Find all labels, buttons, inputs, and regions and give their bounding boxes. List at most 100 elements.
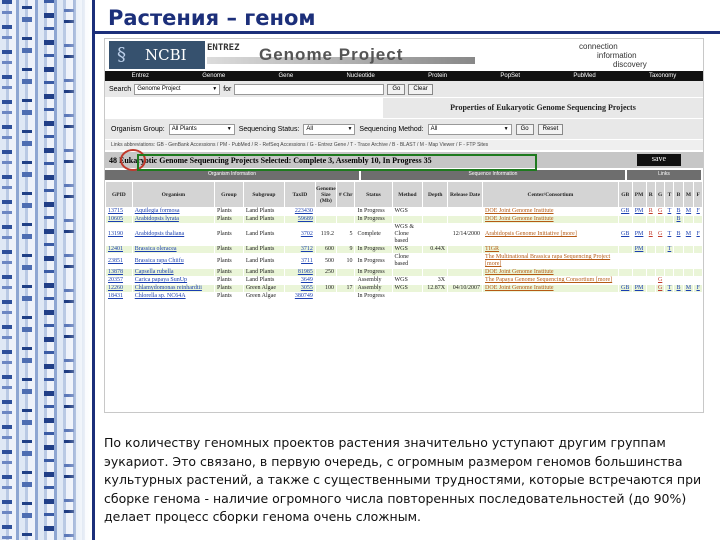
cell-link[interactable] <box>645 268 656 277</box>
cell-gpid[interactable]: 23851 <box>105 253 133 269</box>
cell-link[interactable] <box>654 245 666 254</box>
ncbi-logo[interactable]: § NCBI <box>109 41 205 69</box>
cell-center[interactable]: The Multinational Brassica rapa Sequenci… <box>482 253 619 269</box>
cell-link[interactable] <box>693 292 703 301</box>
cell-link[interactable]: M <box>682 207 695 216</box>
cell-link[interactable] <box>664 292 675 301</box>
sequencing-method-select[interactable]: All ▼ <box>427 123 512 135</box>
cell-organism[interactable]: Aquilegia formosa <box>131 207 216 216</box>
cell-link[interactable] <box>645 292 656 301</box>
column-header[interactable]: F <box>693 181 703 208</box>
cell-link[interactable]: G <box>654 284 666 293</box>
cell-gpid[interactable]: 20357 <box>105 276 133 285</box>
cell-link[interactable] <box>664 215 675 224</box>
cell-link[interactable] <box>617 215 633 224</box>
cell-center[interactable]: DOE Joint Genome Institute <box>482 284 619 293</box>
cell-link[interactable] <box>673 245 684 254</box>
column-header[interactable]: GPID <box>105 181 133 208</box>
cell-center[interactable]: DOE Joint Genome Institute <box>482 207 619 216</box>
cell-link[interactable]: R <box>645 223 656 246</box>
cell-link[interactable] <box>617 292 633 301</box>
cell-center[interactable]: The Papaya Genome Sequencing Consortium … <box>482 276 619 285</box>
cell-organism[interactable]: Arabidopsis thaliana <box>131 223 216 246</box>
column-header[interactable]: Center/Consortium <box>482 181 619 208</box>
clear-button[interactable]: Clear <box>408 83 433 95</box>
cell-center[interactable]: DOE Joint Genome Institute <box>482 215 619 224</box>
cell-gpid[interactable]: 13878 <box>105 268 133 277</box>
column-header[interactable]: Subgroup <box>242 181 285 208</box>
cell-link[interactable] <box>693 215 703 224</box>
cell-link[interactable] <box>617 268 633 277</box>
reset-button[interactable]: Reset <box>537 123 564 135</box>
cell-link[interactable] <box>673 268 684 277</box>
cell-organism[interactable]: Carica papaya SunUp <box>131 276 216 285</box>
cell-link[interactable] <box>693 253 703 269</box>
cell-link[interactable] <box>682 253 695 269</box>
cell-link[interactable] <box>682 292 695 301</box>
cell-taxid[interactable]: 3711 <box>283 253 316 269</box>
cell-link[interactable] <box>682 268 695 277</box>
cell-taxid[interactable]: 3649 <box>283 276 316 285</box>
cell-link[interactable] <box>664 268 675 277</box>
column-header[interactable]: Release Date <box>447 181 484 208</box>
cell-link[interactable] <box>645 284 656 293</box>
cell-link[interactable] <box>673 276 684 285</box>
column-header[interactable]: Group <box>214 181 244 208</box>
cell-link[interactable] <box>645 276 656 285</box>
column-header[interactable]: M <box>682 181 695 208</box>
cell-link[interactable]: PM <box>631 207 647 216</box>
cell-organism[interactable]: Chlamydomonas reinhardtii <box>131 284 216 293</box>
column-header[interactable]: GB <box>617 181 633 208</box>
cell-center[interactable] <box>482 292 619 301</box>
column-header[interactable]: Organism <box>131 181 216 208</box>
cell-organism[interactable]: Capsella rubella <box>131 268 216 277</box>
cell-link[interactable]: F <box>693 207 703 216</box>
cell-link[interactable] <box>654 253 666 269</box>
cell-link[interactable]: GB <box>617 223 633 246</box>
column-header[interactable]: G <box>654 181 666 208</box>
sequencing-status-select[interactable]: All ▼ <box>303 123 356 135</box>
cell-link[interactable]: T <box>664 207 675 216</box>
cell-taxid[interactable]: 3702 <box>283 223 316 246</box>
cell-link[interactable] <box>664 276 675 285</box>
nav-link-pubmed[interactable]: PubMed <box>573 73 595 79</box>
cell-link[interactable]: PM <box>631 284 647 293</box>
cell-taxid[interactable]: 223430 <box>283 207 316 216</box>
column-header[interactable]: TaxID <box>283 181 316 208</box>
cell-link[interactable] <box>673 253 684 269</box>
cell-link[interactable]: M <box>682 223 695 246</box>
column-header[interactable]: T <box>664 181 675 208</box>
cell-link[interactable] <box>631 292 647 301</box>
search-input[interactable] <box>234 83 385 95</box>
cell-link[interactable] <box>693 245 703 254</box>
cell-link[interactable] <box>645 215 656 224</box>
cell-link[interactable] <box>645 245 656 254</box>
cell-link[interactable] <box>654 268 666 277</box>
cell-link[interactable] <box>617 253 633 269</box>
cell-link[interactable] <box>631 215 647 224</box>
cell-link[interactable]: PM <box>631 223 647 246</box>
cell-organism[interactable]: Chlorella sp. NC64A <box>131 292 216 301</box>
cell-link[interactable] <box>617 245 633 254</box>
cell-gpid[interactable]: 13190 <box>105 223 133 246</box>
cell-link[interactable]: B <box>673 284 684 293</box>
cell-link[interactable] <box>631 276 647 285</box>
cell-link[interactable]: B <box>673 223 684 246</box>
cell-link[interactable]: R <box>645 207 656 216</box>
cell-link[interactable] <box>631 268 647 277</box>
cell-link[interactable] <box>693 268 703 277</box>
cell-link[interactable] <box>645 253 656 269</box>
cell-organism[interactable]: Brassica rapa Chiifu <box>131 253 216 269</box>
cell-link[interactable]: M <box>682 284 695 293</box>
cell-center[interactable]: Arabidopsis Genome Initiative [more] <box>482 223 619 246</box>
cell-taxid[interactable]: 3712 <box>283 245 316 254</box>
save-button[interactable]: save <box>637 154 681 166</box>
cell-link[interactable]: B <box>673 215 684 224</box>
cell-link[interactable] <box>673 292 684 301</box>
column-header[interactable]: B <box>673 181 684 208</box>
cell-taxid[interactable]: 380749 <box>283 292 316 301</box>
cell-center[interactable]: TIGR <box>482 245 619 254</box>
cell-link[interactable]: GB <box>617 207 633 216</box>
filter-go-button[interactable]: Go <box>515 123 534 135</box>
cell-link[interactable]: F <box>693 284 703 293</box>
